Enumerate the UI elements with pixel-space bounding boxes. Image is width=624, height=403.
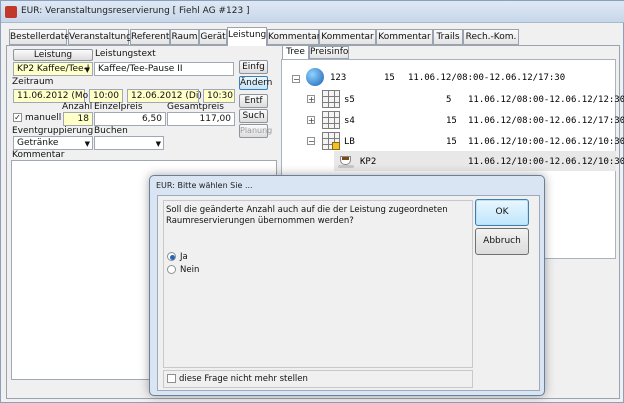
- tab-kommentar[interactable]: Kommentar: [267, 29, 320, 45]
- window-title: EUR: Veranstaltungsreservierung [ Fiehl …: [21, 6, 250, 16]
- zeitraum-label: Zeitraum: [12, 77, 54, 87]
- tree-item-range: 11.06.12/10:00-12.06.12/10:30: [468, 137, 624, 147]
- radio-nein[interactable]: [167, 265, 176, 274]
- tree-item-range: 11.06.12/08:00-12.06.12/12:30: [468, 95, 624, 105]
- chevron-down-icon: ▼: [84, 140, 90, 148]
- app-icon: [5, 6, 17, 18]
- tree-item-name: KP2: [360, 157, 377, 167]
- tree-item-range: 11.06.12/08:00-12.06.12/17:30: [468, 116, 624, 126]
- buchen-label: Buchen: [94, 126, 128, 136]
- dialog-title: EUR: Bitte wählen Sie ...: [156, 181, 253, 190]
- kommentar-label: Kommentar: [12, 150, 65, 160]
- tab-kommentar-3[interactable]: Kommentar 3: [376, 29, 433, 56]
- einfuegen-button[interactable]: Einfg: [239, 60, 268, 74]
- tab-preisinfo[interactable]: Preisinfo: [309, 46, 349, 59]
- chevron-down-icon: ▼: [84, 66, 90, 74]
- expand-icon[interactable]: +: [307, 95, 315, 104]
- coffee-cup-icon: [338, 153, 356, 169]
- leistung-button[interactable]: Leistung: [13, 49, 93, 61]
- tree-item-name: 123: [330, 73, 347, 83]
- dont-ask-checkbox[interactable]: [167, 374, 176, 383]
- collapse-icon[interactable]: −: [307, 137, 315, 146]
- gesamtpreis-field: 117,00: [167, 112, 235, 126]
- start-time-field[interactable]: 10:00: [89, 89, 123, 103]
- tab-bestellerdaten[interactable]: Bestellerdaten: [9, 29, 76, 45]
- suchen-button[interactable]: Such: [239, 109, 268, 123]
- confirmation-dialog: EUR: Bitte wählen Sie ... Soll die geänd…: [149, 175, 545, 396]
- end-time-field[interactable]: 10:30: [203, 89, 235, 103]
- tree-item-range: 11.06.12/08:00-12.06.12/17:30: [408, 73, 566, 83]
- tab-leistung[interactable]: Leistung: [227, 27, 267, 46]
- tree-item-count: 15: [446, 137, 457, 147]
- tree-item-name: s5: [344, 95, 355, 105]
- tree-item-name: LB: [344, 137, 355, 147]
- tab-tree[interactable]: Tree: [282, 45, 309, 60]
- tree-item-name: s4: [344, 116, 355, 126]
- room-grid-icon: [322, 90, 340, 108]
- eventgruppierung-select[interactable]: Getränke ▼: [13, 136, 93, 150]
- anzahl-field[interactable]: 18: [63, 112, 93, 126]
- tree-item-count: 5: [446, 95, 452, 105]
- tree-item-range: 11.06.12/10:00-12.06.12/10:30: [468, 157, 624, 167]
- entfernen-button[interactable]: Entf: [239, 94, 268, 108]
- dialog-body: Soll die geänderte Anzahl auch auf die d…: [157, 195, 540, 391]
- collapse-icon[interactable]: −: [292, 75, 300, 84]
- cancel-button[interactable]: Abbruch: [475, 228, 529, 255]
- aendern-button[interactable]: Ändern: [239, 76, 272, 90]
- folder-badge-icon: [332, 142, 340, 150]
- globe-icon: [306, 68, 324, 86]
- tab-trails[interactable]: Trails: [433, 29, 463, 45]
- dont-ask-label: diese Frage nicht mehr stellen: [179, 374, 308, 384]
- tab-rech-kom[interactable]: Rech.-Kom.: [463, 29, 519, 45]
- eventgruppierung-value: Getränke: [17, 138, 59, 148]
- anzahl-label: Anzahl: [62, 102, 93, 112]
- planung-button[interactable]: Planung: [239, 124, 272, 138]
- room-grid-icon: [322, 111, 340, 129]
- einzelpreis-field[interactable]: 6,50: [94, 112, 166, 126]
- dialog-question: Soll die geänderte Anzahl auch auf die d…: [166, 205, 448, 226]
- tab-raum[interactable]: Raum: [170, 29, 199, 45]
- radio-nein-label: Nein: [180, 265, 200, 275]
- start-date-field[interactable]: 11.06.2012 (Mo): [13, 89, 92, 103]
- tab-veranstaltung[interactable]: Veranstaltung: [68, 29, 132, 45]
- leistungstext-field[interactable]: Kaffee/Tee-Pause II: [94, 62, 234, 76]
- tab-geraet[interactable]: Gerät: [199, 29, 227, 45]
- tree-item-count: 15: [446, 116, 457, 126]
- manuell-checkbox[interactable]: ✓: [13, 113, 22, 122]
- radio-ja-label: Ja: [180, 252, 188, 262]
- title-bar: EUR: Veranstaltungsreservierung [ Fiehl …: [1, 1, 624, 23]
- ok-button[interactable]: OK: [475, 199, 529, 226]
- leistungstext-label: Leistungstext: [95, 49, 156, 59]
- eventgruppierung-label: Eventgruppierung: [12, 126, 94, 136]
- gesamtpreis-label: Gesamtpreis: [167, 102, 224, 112]
- leistung-select-value: KP2 Kaffee/Tee-I: [17, 64, 90, 74]
- radio-ja[interactable]: [167, 252, 176, 261]
- tree-item-count: 15: [384, 73, 395, 83]
- buchen-select[interactable]: ▼: [94, 136, 164, 150]
- manuell-label: manuell: [25, 113, 62, 123]
- tab-referent[interactable]: Referent: [130, 29, 170, 45]
- chevron-down-icon: ▼: [155, 140, 161, 148]
- einzelpreis-label: Einzelpreis: [94, 102, 143, 112]
- leistung-select[interactable]: KP2 Kaffee/Tee-I ▼: [13, 62, 93, 76]
- expand-icon[interactable]: +: [307, 116, 315, 125]
- end-date-field[interactable]: 12.06.2012 (Di): [127, 89, 202, 103]
- tab-kommentar-2[interactable]: Kommentar 2: [319, 29, 376, 56]
